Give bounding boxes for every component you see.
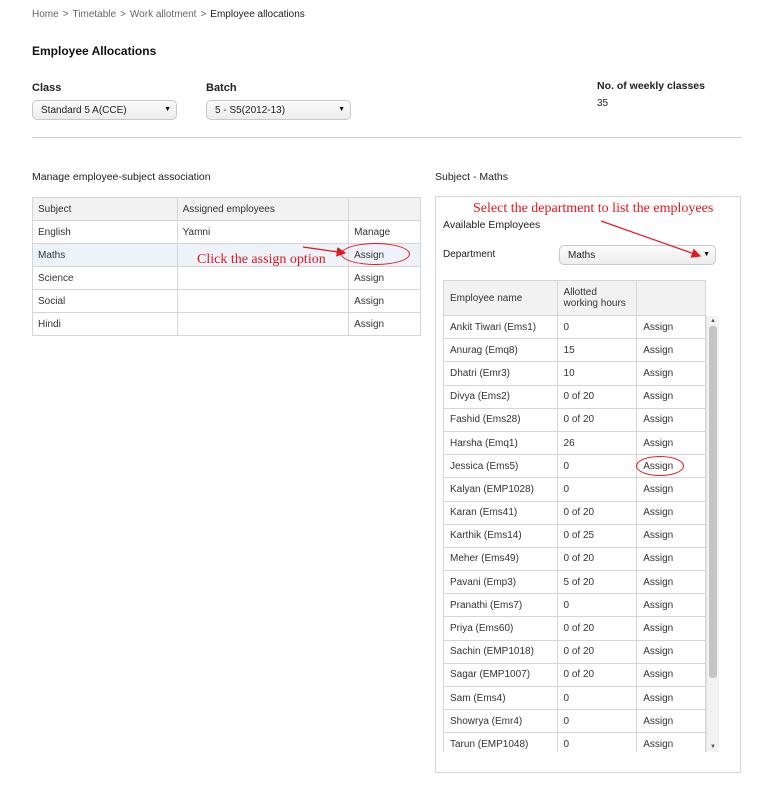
arrow-to-department [600, 220, 702, 258]
annotation-arrows [302, 220, 702, 258]
arrow-to-assign [302, 246, 347, 257]
